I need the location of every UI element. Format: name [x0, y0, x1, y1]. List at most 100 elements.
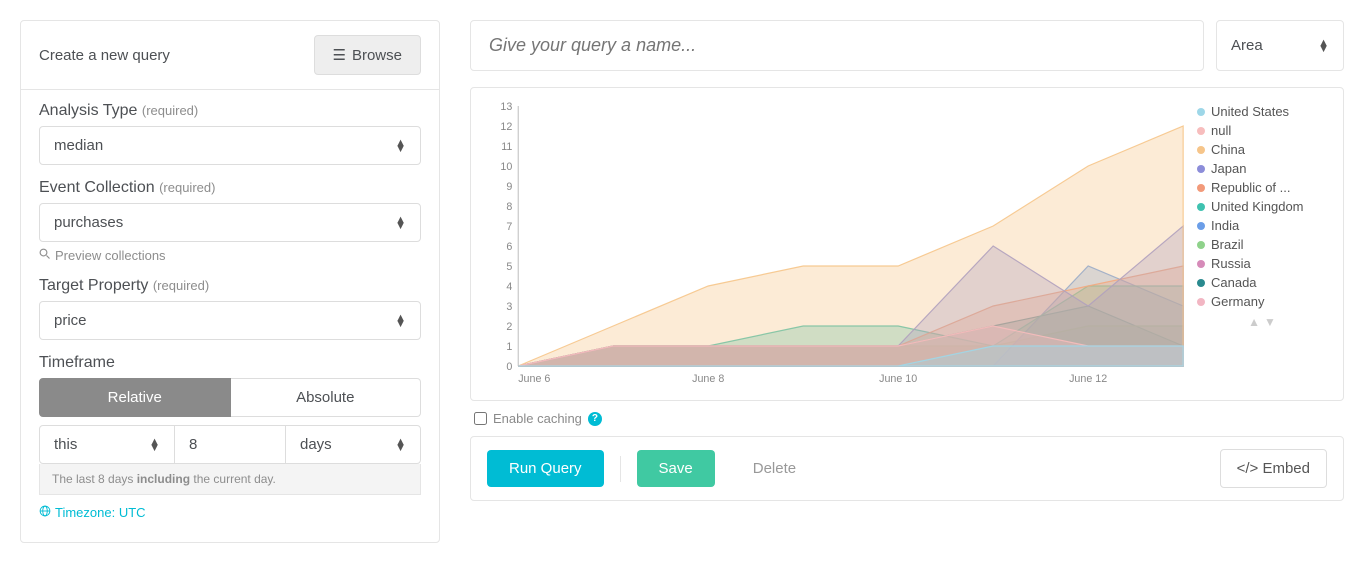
enable-caching-checkbox[interactable] [474, 412, 487, 425]
svg-text:7: 7 [506, 221, 512, 233]
legend-label: United States [1211, 104, 1289, 119]
event-collection-label: Event Collection (required) [39, 179, 421, 197]
embed-button[interactable]: </> Embed [1220, 449, 1327, 488]
analysis-type-select[interactable]: median ▲▼ [39, 126, 421, 165]
svg-text:0: 0 [506, 361, 512, 373]
help-icon[interactable]: ? [588, 412, 602, 426]
divider [620, 456, 621, 482]
query-builder-panel: Create a new query ☰ Browse Analysis Typ… [20, 20, 440, 543]
svg-text:June 6: June 6 [518, 373, 550, 385]
timezone-label: Timezone: UTC [55, 505, 146, 520]
enable-caching-label: Enable caching [493, 411, 582, 426]
legend-label: null [1211, 123, 1231, 138]
list-icon: ☰ [333, 46, 346, 64]
timeframe-relativity-select[interactable]: this ▲▼ [39, 425, 175, 464]
legend-item[interactable]: null [1197, 123, 1327, 138]
target-property-select[interactable]: price ▲▼ [39, 301, 421, 340]
timeframe-amount-input[interactable]: 8 [175, 425, 285, 464]
event-collection-select[interactable]: purchases ▲▼ [39, 203, 421, 242]
legend-swatch [1197, 260, 1205, 268]
svg-text:13: 13 [500, 101, 512, 113]
legend-label: Republic of ... [1211, 180, 1291, 195]
svg-text:3: 3 [506, 301, 512, 313]
chart-card: 012345678910111213June 6June 8June 10Jun… [470, 87, 1344, 401]
browse-label: Browse [352, 47, 402, 64]
sort-icon: ▲▼ [395, 439, 406, 451]
timezone-link[interactable]: Timezone: UTC [39, 505, 421, 520]
chart-legend: United States null China Japan Republic of .… [1197, 100, 1327, 390]
legend-swatch [1197, 184, 1205, 192]
legend-item[interactable]: India [1197, 218, 1327, 233]
sort-icon: ▲▼ [395, 315, 406, 327]
legend-label: India [1211, 218, 1239, 233]
run-query-button[interactable]: Run Query [487, 450, 604, 487]
svg-text:12: 12 [500, 121, 512, 133]
legend-swatch [1197, 108, 1205, 116]
legend-swatch [1197, 298, 1205, 306]
results-panel: Area ▲▼ 012345678910111213June 6June 8Ju… [470, 20, 1344, 543]
embed-label: Embed [1262, 460, 1310, 477]
legend-item[interactable]: Brazil [1197, 237, 1327, 252]
legend-item[interactable]: Germany [1197, 294, 1327, 309]
legend-swatch [1197, 279, 1205, 287]
globe-icon [39, 505, 51, 520]
svg-text:June 12: June 12 [1069, 373, 1107, 385]
panel-title: Create a new query [39, 47, 170, 64]
legend-item[interactable]: United States [1197, 104, 1327, 119]
legend-swatch [1197, 127, 1205, 135]
legend-label: Russia [1211, 256, 1251, 271]
delete-button[interactable]: Delete [731, 450, 818, 487]
legend-swatch [1197, 165, 1205, 173]
legend-item[interactable]: Canada [1197, 275, 1327, 290]
timeframe-label: Timeframe [39, 354, 421, 372]
svg-text:4: 4 [506, 281, 512, 293]
legend-label: China [1211, 142, 1245, 157]
legend-label: Germany [1211, 294, 1264, 309]
chart-area: 012345678910111213June 6June 8June 10Jun… [487, 100, 1189, 390]
preview-collections-label: Preview collections [55, 248, 166, 263]
legend-swatch [1197, 241, 1205, 249]
svg-text:2: 2 [506, 321, 512, 333]
tab-absolute[interactable]: Absolute [231, 378, 422, 417]
sort-icon: ▲▼ [395, 217, 406, 229]
tab-relative[interactable]: Relative [39, 378, 231, 417]
legend-item[interactable]: United Kingdom [1197, 199, 1327, 214]
legend-item[interactable]: Japan [1197, 161, 1327, 176]
legend-swatch [1197, 203, 1205, 211]
legend-label: United Kingdom [1211, 199, 1304, 214]
timeframe-note: The last 8 days including the current da… [39, 464, 421, 495]
chart-type-value: Area [1231, 37, 1263, 54]
legend-down-icon[interactable]: ▼ [1264, 315, 1276, 329]
chart-type-select[interactable]: Area ▲▼ [1216, 20, 1344, 71]
svg-text:1: 1 [506, 341, 512, 353]
target-property-label: Target Property (required) [39, 277, 421, 295]
legend-up-icon[interactable]: ▲ [1248, 315, 1260, 329]
query-name-input[interactable] [470, 20, 1204, 71]
svg-text:6: 6 [506, 241, 512, 253]
legend-swatch [1197, 222, 1205, 230]
legend-item[interactable]: Republic of ... [1197, 180, 1327, 195]
svg-text:10: 10 [500, 161, 512, 173]
legend-swatch [1197, 146, 1205, 154]
svg-text:5: 5 [506, 261, 512, 273]
timeframe-unit-select[interactable]: days ▲▼ [285, 425, 421, 464]
event-collection-value: purchases [54, 214, 123, 231]
browse-button[interactable]: ☰ Browse [314, 35, 421, 75]
analysis-type-value: median [54, 137, 103, 154]
svg-text:8: 8 [506, 201, 512, 213]
legend-label: Japan [1211, 161, 1246, 176]
sort-icon: ▲▼ [1318, 40, 1329, 52]
legend-label: Canada [1211, 275, 1257, 290]
legend-item[interactable]: China [1197, 142, 1327, 157]
code-icon: </> [1237, 460, 1259, 477]
save-button[interactable]: Save [637, 450, 715, 487]
svg-text:11: 11 [501, 141, 512, 153]
search-icon [39, 248, 51, 263]
preview-collections-link[interactable]: Preview collections [39, 248, 421, 263]
legend-label: Brazil [1211, 237, 1244, 252]
svg-text:9: 9 [506, 181, 512, 193]
svg-text:June 8: June 8 [692, 373, 724, 385]
analysis-type-label: Analysis Type (required) [39, 102, 421, 120]
action-bar: Run Query Save Delete </> Embed [470, 436, 1344, 501]
legend-item[interactable]: Russia [1197, 256, 1327, 271]
